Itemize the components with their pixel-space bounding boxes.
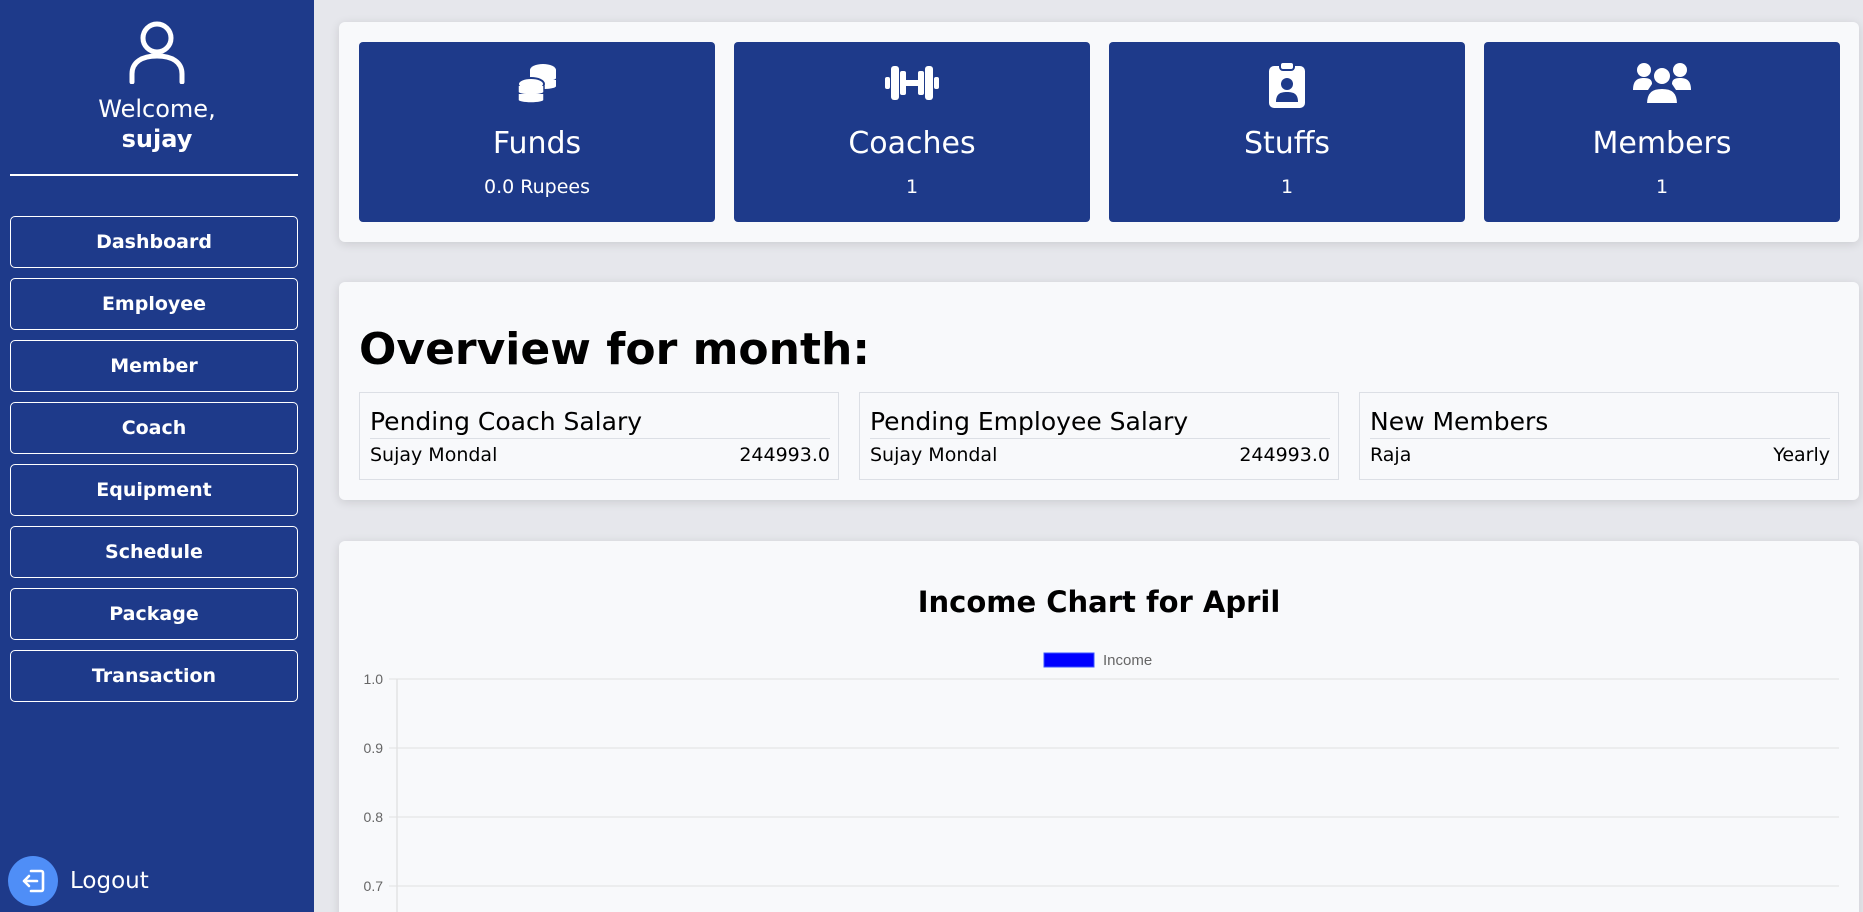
member-name: Raja (1370, 444, 1412, 466)
coaches-value: 1 (905, 176, 919, 198)
logout-label[interactable]: Logout (70, 868, 149, 894)
nav-package-label: Package (109, 603, 199, 625)
income-chart-panel: Income Chart for April Income 1.0 0.9 0.8 0.… (339, 541, 1859, 912)
nav-coach-label: Coach (121, 417, 187, 439)
users-icon (1633, 63, 1691, 105)
funds-title: Funds (492, 126, 582, 161)
member-package: Yearly (1773, 444, 1830, 466)
members-title: Members (1592, 126, 1732, 161)
list-item: Raja Yearly (1370, 444, 1830, 466)
stuffs-title: Stuffs (1243, 126, 1331, 161)
user-icon (129, 21, 185, 84)
coins-icon (517, 64, 556, 104)
y-tick-label: 1.0 (364, 671, 384, 687)
pending-employee-salary-box: Pending Employee Salary Sujay Mondal 244… (859, 392, 1339, 480)
stuffs-card: Stuffs 1 (1109, 42, 1465, 222)
pending-coach-salary-box: Pending Coach Salary Sujay Mondal 244993… (359, 392, 839, 480)
overview-title: Overview for month: (359, 324, 870, 375)
new-members-box: New Members Raja Yearly (1359, 392, 1839, 480)
stuffs-value: 1 (1280, 176, 1294, 198)
legend-label: Income (1103, 652, 1152, 669)
nav-package-button[interactable]: Package (10, 588, 298, 640)
list-item: Sujay Mondal 244993.0 (370, 444, 830, 466)
coach-salary: 244993.0 (739, 444, 830, 466)
nav-employee-button[interactable]: Employee (10, 278, 298, 330)
id-badge-icon (1269, 61, 1305, 108)
y-tick-label: 0.9 (364, 740, 384, 756)
pending-coach-salary-heading: Pending Coach Salary (370, 407, 830, 439)
y-tick-label: 0.8 (364, 809, 384, 825)
nav-transaction-label: Transaction (91, 665, 217, 687)
new-members-heading: New Members (1370, 407, 1830, 439)
dumbbell-icon (885, 66, 939, 100)
nav-equipment-button[interactable]: Equipment (10, 464, 298, 516)
members-value: 1 (1655, 176, 1669, 198)
income-chart: Income 1.0 0.9 0.8 0.7 (364, 652, 1839, 912)
nav-dashboard-button[interactable]: Dashboard (10, 216, 298, 268)
list-item: Sujay Mondal 244993.0 (870, 444, 1330, 466)
funds-value: 0.0 Rupees (484, 176, 590, 198)
nav-schedule-label: Schedule (105, 541, 203, 563)
nav-schedule-button[interactable]: Schedule (10, 526, 298, 578)
logout-button[interactable]: Logout (8, 856, 149, 906)
coaches-card: Coaches 1 (734, 42, 1090, 222)
overview-panel: Overview for month: Pending Coach Salary… (339, 282, 1859, 500)
username: sujay (121, 125, 193, 153)
nav-member-label: Member (110, 355, 198, 377)
nav-transaction-button[interactable]: Transaction (10, 650, 298, 702)
stats-panel: Funds 0.0 Rupees Coaches 1 Stuffs 1 Memb… (339, 22, 1859, 242)
members-card: Members 1 (1484, 42, 1840, 222)
nav-coach-button[interactable]: Coach (10, 402, 298, 454)
sidebar: Welcome, sujay Dashboard Employee Member… (0, 0, 314, 912)
nav-equipment-label: Equipment (96, 479, 212, 501)
employee-salary: 244993.0 (1239, 444, 1330, 466)
pending-employee-salary-heading: Pending Employee Salary (870, 407, 1330, 439)
welcome-text: Welcome, (98, 95, 216, 123)
coach-name: Sujay Mondal (370, 444, 498, 466)
sidebar-divider (10, 174, 298, 176)
legend-swatch (1043, 652, 1095, 668)
employee-name: Sujay Mondal (870, 444, 998, 466)
nav-dashboard-label: Dashboard (96, 231, 212, 253)
y-tick-label: 0.7 (364, 878, 384, 894)
funds-card: Funds 0.0 Rupees (359, 42, 715, 222)
profile-section: Welcome, sujay (0, 20, 314, 154)
nav-member-button[interactable]: Member (10, 340, 298, 392)
coaches-title: Coaches (848, 126, 976, 161)
logout-icon[interactable] (8, 856, 58, 906)
nav-employee-label: Employee (101, 293, 207, 315)
